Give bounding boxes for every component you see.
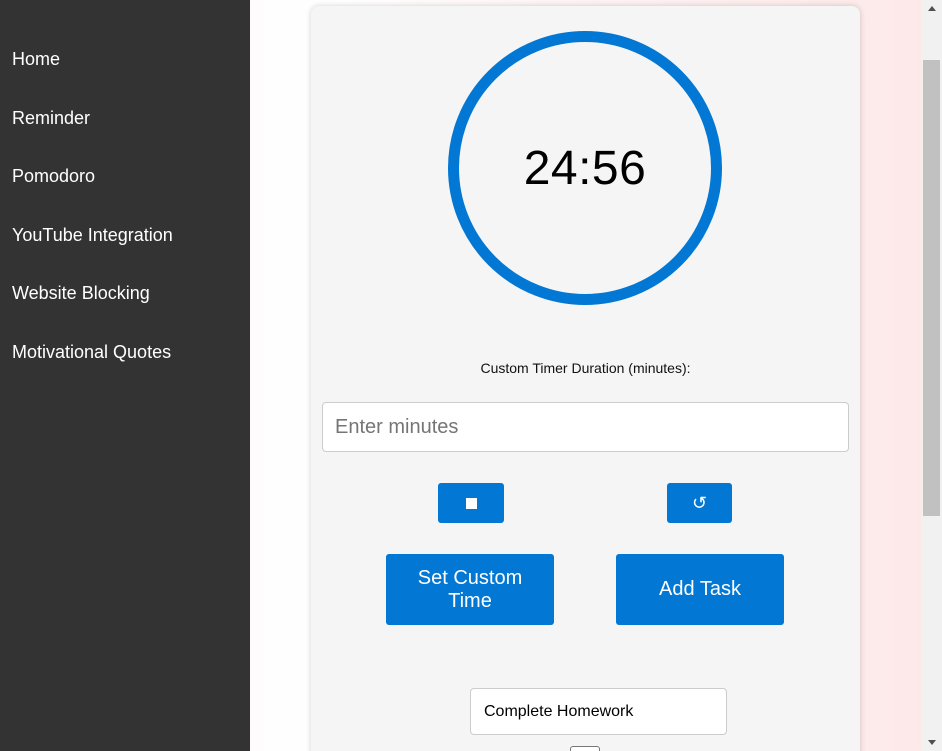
sidebar-item-website-blocking[interactable]: Website Blocking <box>0 270 250 329</box>
custom-duration-label: Custom Timer Duration (minutes): <box>480 360 691 376</box>
reset-button[interactable]: ↺ <box>667 483 732 523</box>
timer-display: 24:56 <box>523 141 647 195</box>
reset-icon: ↺ <box>691 492 708 513</box>
timer-ring: 24:56 <box>448 31 722 305</box>
scroll-thumb[interactable] <box>923 60 940 516</box>
sidebar-item-pomodoro[interactable]: Pomodoro <box>0 153 250 212</box>
stop-button[interactable] <box>438 483 504 523</box>
sidebar: Home Reminder Pomodoro YouTube Integrati… <box>0 0 250 751</box>
chevron-up-icon <box>927 6 936 11</box>
sidebar-item-youtube-integration[interactable]: YouTube Integration <box>0 212 250 271</box>
stop-icon <box>465 497 477 509</box>
add-task-button[interactable]: Add Task <box>616 554 784 625</box>
scroll-up-arrow[interactable] <box>921 0 942 17</box>
minutes-input[interactable] <box>322 402 849 452</box>
pomodoro-card: 24:56 Custom Timer Duration (minutes): ↺… <box>311 6 860 751</box>
scroll-down-arrow[interactable] <box>921 734 942 751</box>
chevron-down-icon <box>927 740 936 745</box>
task-input[interactable] <box>470 688 727 735</box>
set-custom-time-button[interactable]: Set Custom Time <box>386 554 554 625</box>
vertical-scrollbar[interactable] <box>921 0 942 751</box>
task-checkbox[interactable] <box>570 746 600 751</box>
sidebar-item-reminder[interactable]: Reminder <box>0 95 250 154</box>
sidebar-item-home[interactable]: Home <box>0 36 250 95</box>
sidebar-item-motivational-quotes[interactable]: Motivational Quotes <box>0 329 250 388</box>
